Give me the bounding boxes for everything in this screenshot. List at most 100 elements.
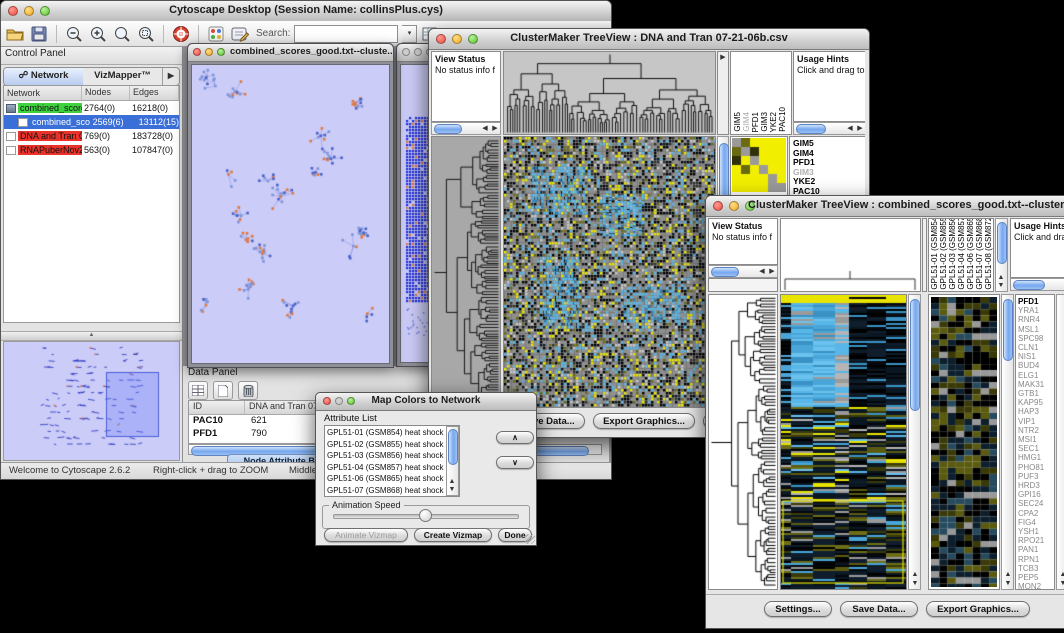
network-table-row[interactable]: combined_scores 2764(0) 16218(0) — [4, 101, 179, 115]
trash-icon[interactable] — [238, 381, 258, 400]
attribute-list-item[interactable]: GPL51-07 (GSM868) heat shock 60 min — [327, 485, 457, 497]
usage-hints-scrollbar[interactable]: ◀▶ — [1010, 278, 1064, 291]
search-dropdown-arrow[interactable]: ▾ — [402, 25, 417, 43]
minimize-button[interactable] — [414, 48, 422, 56]
column-labels-scrollbar[interactable]: ▲▼ — [995, 218, 1008, 292]
settings-button[interactable]: Settings... — [764, 601, 832, 617]
attribute-list-item[interactable]: GPL51-06 (GSM865) heat shock 40 min — [327, 473, 457, 485]
column-header-edges[interactable]: Edges — [130, 86, 179, 100]
network-window-1-titlebar[interactable]: combined_scores_good.txt--cluste... — [188, 44, 393, 62]
gene-label[interactable]: HMG1 — [1018, 453, 1052, 462]
gene-label[interactable]: KAP95 — [1018, 398, 1052, 407]
close-button[interactable] — [402, 48, 410, 56]
resize-grip[interactable] — [525, 534, 535, 544]
gene-label[interactable]: MON2 — [1018, 582, 1052, 590]
gene-label[interactable]: MAK31 — [1018, 380, 1052, 389]
zoom-out-icon[interactable] — [64, 24, 84, 44]
search-input[interactable] — [294, 25, 398, 43]
column-label[interactable]: GPL51-03 (GSM856) — [948, 218, 957, 290]
gene-label[interactable]: YSH1 — [1018, 527, 1052, 536]
new-document-icon[interactable] — [213, 381, 233, 400]
export-graphics-button[interactable]: Export Graphics... — [593, 413, 695, 429]
attribute-list-item[interactable]: GPL51-04 (GSM857) heat shock 20 min — [327, 462, 457, 474]
tab-vizmapper[interactable]: VizMapper™ — [83, 68, 162, 85]
main-heatmap[interactable] — [503, 136, 716, 408]
column-label[interactable]: YKE2 — [769, 112, 778, 132]
gene-label[interactable]: GTB1 — [1018, 389, 1052, 398]
gene-label[interactable]: VIP1 — [1018, 417, 1052, 426]
gene-label[interactable]: ELG1 — [1018, 371, 1052, 380]
gene-label[interactable]: HAP3 — [1018, 407, 1052, 416]
column-header-id[interactable]: ID — [189, 401, 245, 414]
column-dendrogram[interactable] — [780, 218, 921, 292]
column-label[interactable]: GIM3 — [760, 112, 769, 132]
main-heatmap[interactable] — [780, 294, 907, 590]
help-lifesaver-icon[interactable] — [171, 24, 191, 44]
heatmap-vscrollbar[interactable]: ▲▼ — [908, 294, 921, 590]
create-vizmap-button[interactable]: Create Vizmap — [414, 528, 492, 542]
birdseye-canvas[interactable] — [4, 342, 178, 456]
gene-label[interactable]: YRA1 — [1018, 306, 1052, 315]
birdseye-view[interactable] — [3, 341, 180, 461]
zoom-in-icon[interactable] — [88, 24, 108, 44]
gene-label[interactable]: PUF3 — [1018, 472, 1052, 481]
attribute-list-item[interactable]: GPL51-01 (GSM854) heat shock 05 min — [327, 427, 457, 439]
close-button[interactable] — [713, 201, 723, 211]
network-table-row[interactable]: RNAPuberNov2+ 563(0) 107847(0) — [4, 143, 179, 157]
gene-label[interactable]: NTR2 — [1018, 426, 1052, 435]
gene-label[interactable]: SPC98 — [1018, 334, 1052, 343]
column-label[interactable]: GPL51-06 (GSM865) — [966, 218, 975, 290]
column-header-network[interactable]: Network — [4, 86, 82, 100]
view-status-scrollbar[interactable]: ◀▶ — [708, 265, 778, 278]
vizmapper-icon[interactable] — [206, 24, 226, 44]
gene-label[interactable]: PFD1 — [1018, 297, 1052, 306]
table-icon[interactable] — [188, 381, 208, 400]
gene-label[interactable]: PHO81 — [1018, 463, 1052, 472]
move-down-button[interactable]: ∨ — [496, 456, 534, 469]
gene-label[interactable]: NIS1 — [1018, 352, 1052, 361]
gene-label[interactable]: PAN1 — [1018, 545, 1052, 554]
gene-label[interactable]: CLN1 — [1018, 343, 1052, 352]
column-label[interactable]: GPL51-04 (GSM857) — [957, 218, 966, 290]
gene-label[interactable]: CPA2 — [1018, 509, 1052, 518]
gene-label[interactable]: SEC24 — [1018, 499, 1052, 508]
annotation-icon[interactable] — [230, 24, 250, 44]
tab-network[interactable]: ☍ Network — [4, 68, 83, 85]
attribute-list-item[interactable]: GPL51-02 (GSM855) heat shock 10 min — [327, 439, 457, 451]
minimize-button[interactable] — [205, 48, 213, 56]
gene-label[interactable]: SEC1 — [1018, 444, 1052, 453]
column-label[interactable]: GPL51-08 (GSM872) — [984, 218, 993, 290]
attribute-list-item[interactable]: GPL51-03 (GSM856) heat shock 15 min — [327, 450, 457, 462]
column-label[interactable]: PAC10 — [778, 107, 787, 132]
network-table-row[interactable]: combined_sco 2569(6) 13112(15) — [4, 115, 179, 129]
column-label[interactable]: GIM4 — [742, 112, 751, 132]
move-up-button[interactable]: ∧ — [496, 431, 534, 444]
network-canvas-1[interactable] — [191, 64, 390, 364]
gene-label[interactable]: GPI16 — [1018, 490, 1052, 499]
attribute-list-scrollbar[interactable]: ▲▼ — [446, 426, 459, 496]
animate-vizmap-button[interactable]: Animate Vizmap — [324, 528, 408, 542]
save-icon[interactable] — [29, 24, 49, 44]
zoom-button[interactable] — [217, 48, 225, 56]
tabs-overflow-arrow[interactable]: ▶ — [162, 68, 179, 85]
zoom-fit-icon[interactable] — [112, 24, 132, 44]
gene-label[interactable]: PEP5 — [1018, 573, 1052, 582]
gene-label[interactable]: HRD3 — [1018, 481, 1052, 490]
column-label[interactable]: GPL51-02 (GSM855) — [939, 218, 948, 290]
panel-splitter[interactable]: ▲ — [1, 331, 182, 341]
view-status-scrollbar[interactable]: ◀▶ — [431, 122, 501, 135]
save-data-button[interactable]: Save Data... — [840, 601, 918, 617]
gene-label[interactable]: MSI1 — [1018, 435, 1052, 444]
column-header-nodes[interactable]: Nodes — [82, 86, 130, 100]
treeview2-titlebar[interactable]: ClusterMaker TreeView : combined_scores_… — [706, 196, 1064, 217]
zoom-heatmap[interactable] — [730, 136, 788, 196]
gene-label[interactable]: MSL1 — [1018, 325, 1052, 334]
speed-slider-thumb[interactable] — [419, 509, 432, 522]
minimize-button[interactable] — [729, 201, 739, 211]
row-dendrogram[interactable] — [708, 294, 778, 590]
dialog-titlebar[interactable]: Map Colors to Network — [316, 393, 536, 411]
dendrogram-strip[interactable]: ▶ — [717, 51, 729, 135]
close-button[interactable] — [193, 48, 201, 56]
network-table-row[interactable]: DNA and Tran 07 769(0) 183728(0) — [4, 129, 179, 143]
gene-label[interactable]: FIG4 — [1018, 518, 1052, 527]
